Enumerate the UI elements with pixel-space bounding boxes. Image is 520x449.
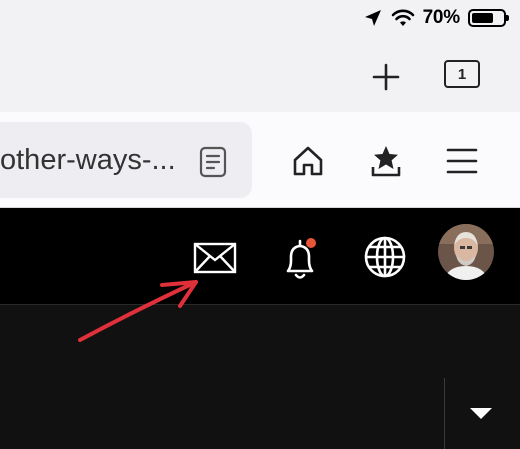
battery-icon [468, 9, 509, 27]
panel-divider [444, 378, 445, 449]
menu-button[interactable] [440, 139, 484, 183]
mail-icon [193, 242, 237, 274]
status-bar: 70% [363, 6, 509, 30]
battery-percent: 70% [422, 7, 461, 28]
language-button[interactable] [362, 234, 408, 280]
tab-count-button[interactable]: 1 [444, 60, 480, 88]
url-bar[interactable]: other-ways-... [0, 122, 252, 198]
user-photo [438, 224, 494, 280]
notifications-button[interactable] [276, 236, 324, 282]
avatar[interactable] [438, 224, 494, 280]
home-icon [293, 146, 323, 176]
browser-toolbar: other-ways-... [0, 112, 520, 208]
battery-fill [472, 13, 493, 23]
content-area [0, 305, 520, 449]
home-button[interactable] [286, 139, 330, 183]
new-tab-button[interactable] [366, 57, 406, 97]
bookmark-star-icon [371, 146, 401, 177]
menu-icon [446, 148, 478, 174]
tab-count: 1 [457, 65, 467, 83]
dropdown-arrow-icon[interactable] [470, 408, 492, 419]
location-arrow-icon [364, 10, 381, 26]
globe-icon [364, 236, 406, 278]
notification-dot [306, 238, 316, 248]
bookmarks-button[interactable] [364, 139, 408, 183]
reader-mode-icon[interactable] [198, 146, 228, 178]
plus-icon [372, 63, 400, 91]
status-and-tabs-area: 70% 1 [0, 0, 520, 112]
url-text: other-ways-... [0, 144, 176, 176]
messages-button[interactable] [192, 240, 238, 276]
wifi-icon [391, 9, 414, 26]
